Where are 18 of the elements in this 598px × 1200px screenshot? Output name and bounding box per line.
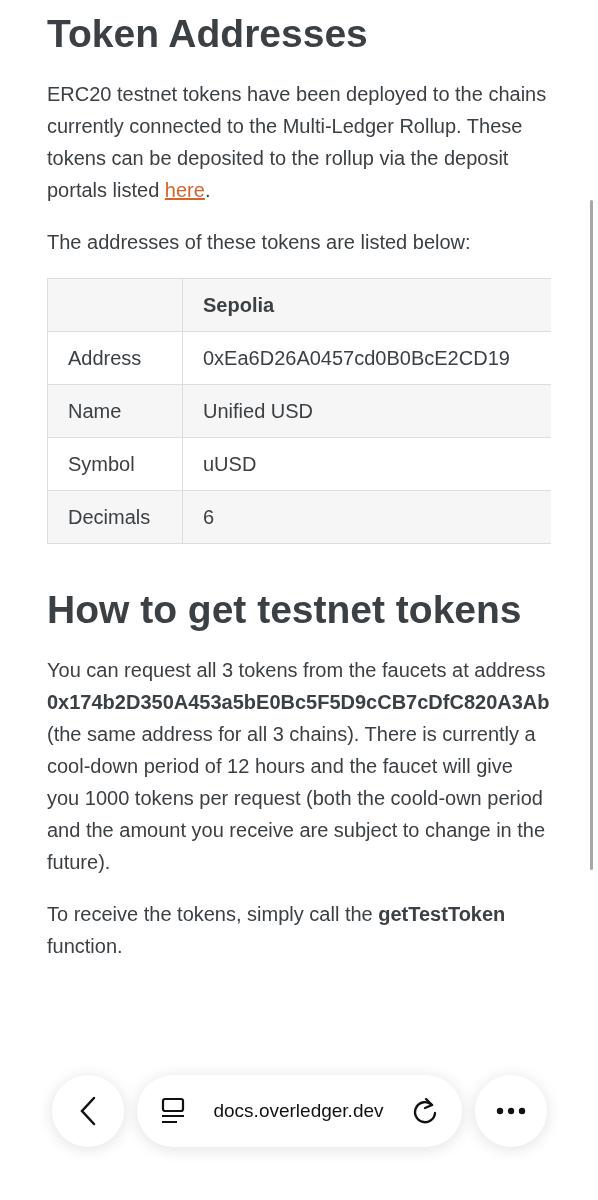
more-icon — [496, 1107, 526, 1115]
table-cell: Address — [47, 331, 183, 385]
paragraph: To receive the tokens, simply call the getTestToken function. — [47, 902, 507, 959]
table-cell: Symbol — [47, 437, 183, 491]
tab-icon — [161, 1097, 185, 1125]
paragraph: ERC20 testnet tokens have been deployed to the chains currently connected to the Multi-Ledger Rollup. These tokens can be deposited to the rollup via the deposit portals listed here. — [47, 82, 548, 203]
table-header: Sepolia — [182, 278, 551, 332]
paragraph: The addresses of these tokens are listed below: — [47, 230, 472, 255]
paragraph: You can request all 3 tokens from the faucets at address 0x174b2D350A453a5bE0Bc5F5D9cCB7cDfC820A3Ab (the same address for all 3 chains). There is currently a cool-down period of 12 hours and the faucet will give you 1000 tokens per request (both the coold-own period and the amount you receive are subject to change in the future). — [47, 658, 550, 875]
section-heading: How to get testnet tokens — [47, 587, 523, 633]
url-text: docs.overledger.dev — [212, 1098, 385, 1123]
back-icon — [79, 1096, 97, 1126]
address-bar[interactable]: docs.overledger.dev — [137, 1075, 462, 1147]
here-link[interactable]: here — [164, 179, 205, 201]
table-cell: Decimals — [47, 490, 183, 544]
section-heading: Token Addresses — [47, 11, 369, 57]
reload-icon — [412, 1097, 438, 1125]
table-cell: Name — [47, 384, 183, 438]
